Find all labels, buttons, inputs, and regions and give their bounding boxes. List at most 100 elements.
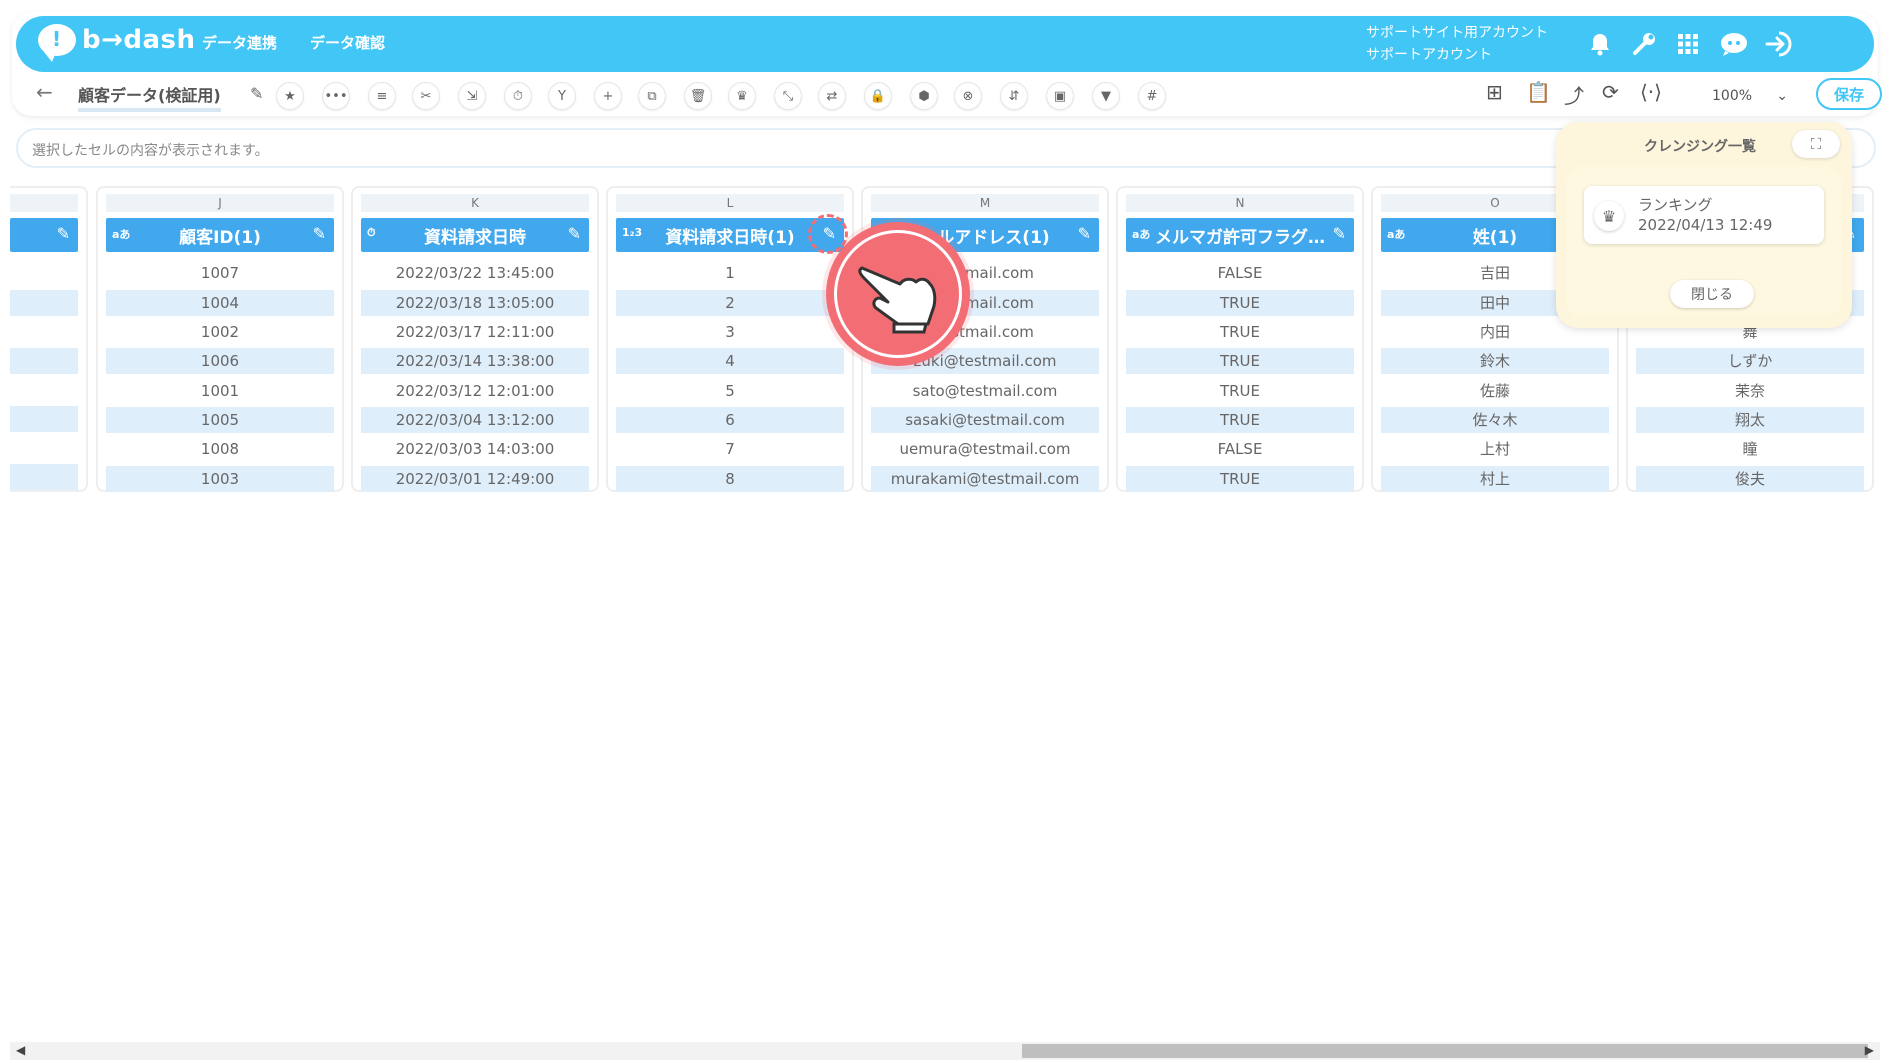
table-cell[interactable]: 上村 — [1381, 436, 1609, 462]
table-cell[interactable]: 1007 — [106, 260, 334, 286]
table-cell[interactable]: 1008 — [106, 436, 334, 462]
collapse-icon[interactable]: ⤡ — [774, 82, 802, 110]
table-cell[interactable]: 2022/03/01 12:49:00 — [361, 466, 589, 492]
table-cell[interactable]: 2022/03/18 13:05:00 — [361, 290, 589, 316]
table-cell[interactable]: 8 — [616, 466, 844, 492]
scroll-right-arrow-icon[interactable]: ▶ — [1865, 1043, 1874, 1057]
nav-data-integration[interactable]: データ連携 — [202, 32, 277, 53]
table-cell[interactable]: sato@testmail.com — [871, 378, 1099, 404]
dataset-title[interactable]: 顧客データ(検証用) — [78, 82, 221, 112]
table-cell[interactable]: 2022/03/03 14:03:00 — [361, 436, 589, 462]
table-cell[interactable]: 1005 — [106, 407, 334, 433]
table-cell[interactable]: murakami@testmail.com — [871, 466, 1099, 492]
column-header[interactable]: aあ メルマガ許可フラグ… ✎ — [1126, 218, 1354, 252]
wrench-icon[interactable] — [1626, 26, 1662, 62]
copy-icon[interactable]: ⧉ — [638, 82, 666, 110]
table-cell[interactable]: 1004 — [106, 290, 334, 316]
swap-icon[interactable]: ⇄ — [818, 82, 846, 110]
table-cell[interactable]: 1 — [616, 260, 844, 286]
lock-icon[interactable]: 🔒 — [864, 82, 892, 110]
table-cell[interactable]: FALSE — [1126, 436, 1354, 462]
table-cell[interactable]: TRUE — [1126, 407, 1354, 433]
edit-column-pencil-icon[interactable]: ✎ — [568, 224, 581, 243]
share-icon[interactable]: ⤴ — [1564, 80, 1584, 109]
table-cell[interactable]: 2022/03/17 12:11:00 — [361, 319, 589, 345]
table-cell[interactable]: 2022/03/14 13:38:00 — [361, 348, 589, 374]
table-cell[interactable]: 1006 — [106, 348, 334, 374]
table-cell[interactable]: 3 — [616, 319, 844, 345]
edit-column-pencil-icon[interactable]: ✎ — [1078, 224, 1091, 243]
table-cell[interactable] — [10, 464, 78, 490]
column-header[interactable]: ⏱ 資料請求日時 ✎ — [361, 218, 589, 252]
table-cell[interactable] — [10, 406, 78, 432]
expand-panel-button[interactable]: ⛶ — [1792, 130, 1840, 158]
filter-icon[interactable]: ▼ — [1092, 82, 1120, 110]
table-cell[interactable] — [10, 290, 78, 316]
crown-icon[interactable]: ♛ — [728, 82, 756, 110]
scrollbar-thumb[interactable] — [1022, 1044, 1868, 1058]
back-arrow-icon[interactable]: ← — [36, 80, 53, 104]
table-cell[interactable]: 翔太 — [1636, 407, 1864, 433]
frame-icon[interactable]: ▣ — [1046, 82, 1074, 110]
cleansing-item[interactable]: ♛ ランキング 2022/04/13 12:49 — [1584, 186, 1824, 244]
account-info[interactable]: サポートサイト用アカウント サポートアカウント — [1366, 22, 1548, 66]
table-cell[interactable]: 6 — [616, 407, 844, 433]
table-cell[interactable]: 4 — [616, 348, 844, 374]
plus-icon[interactable]: + — [594, 82, 622, 110]
trash-icon[interactable]: 🗑 — [684, 82, 712, 110]
table-cell[interactable]: sasaki@testmail.com — [871, 407, 1099, 433]
package-icon[interactable]: ⬢ — [910, 82, 938, 110]
table-cell[interactable]: 5 — [616, 378, 844, 404]
logout-icon[interactable] — [1762, 26, 1798, 62]
table-cell[interactable]: 佐藤 — [1381, 378, 1609, 404]
edit-column-pencil-icon[interactable]: ✎ — [57, 224, 70, 243]
table-cell[interactable]: 鈴木 — [1381, 348, 1609, 374]
table-cell[interactable]: しずか — [1636, 348, 1864, 374]
edit-column-pencil-icon[interactable]: ✎ — [1333, 224, 1346, 243]
table-cell[interactable]: 2022/03/22 13:45:00 — [361, 260, 589, 286]
table-cell[interactable]: 2022/03/12 12:01:00 — [361, 378, 589, 404]
column-header[interactable]: aあ 顧客ID(1) ✎ — [106, 218, 334, 252]
horizontal-scrollbar[interactable]: ◀ ▶ — [10, 1042, 1880, 1060]
timer-icon[interactable]: ⏱ — [504, 82, 532, 110]
scroll-left-arrow-icon[interactable]: ◀ — [16, 1043, 25, 1057]
merge-icon[interactable]: ⇲ — [458, 82, 486, 110]
star-icon[interactable]: ★ — [276, 82, 304, 110]
hash-icon[interactable]: # — [1138, 82, 1166, 110]
table-cell[interactable]: 1001 — [106, 378, 334, 404]
refresh-file-icon[interactable]: ⟳ — [1602, 80, 1619, 104]
table-cell[interactable]: 7 — [616, 436, 844, 462]
table-cell[interactable]: TRUE — [1126, 290, 1354, 316]
table-cell[interactable]: 1003 — [106, 466, 334, 492]
cancel-circle-icon[interactable]: ⊗ — [954, 82, 982, 110]
code-icon[interactable]: ⟨·⟩ — [1640, 80, 1662, 104]
structure-icon[interactable]: ⊞ — [1486, 80, 1503, 104]
table-cell[interactable]: 1002 — [106, 319, 334, 345]
table-cell[interactable]: FALSE — [1126, 260, 1354, 286]
table-cell[interactable]: TRUE — [1126, 348, 1354, 374]
more-icon[interactable]: ••• — [322, 82, 350, 110]
table-cell[interactable]: TRUE — [1126, 319, 1354, 345]
text-lines-icon[interactable]: ≡ — [368, 82, 396, 110]
table-cell[interactable]: 佐々木 — [1381, 407, 1609, 433]
scissors-icon[interactable]: ✂ — [412, 82, 440, 110]
bell-icon[interactable] — [1582, 26, 1618, 62]
table-cell[interactable]: TRUE — [1126, 378, 1354, 404]
apps-grid-icon[interactable] — [1670, 26, 1706, 62]
table-cell[interactable]: 茉奈 — [1636, 378, 1864, 404]
table-cell[interactable]: 2 — [616, 290, 844, 316]
table-cell[interactable]: uemura@testmail.com — [871, 436, 1099, 462]
convert-icon[interactable]: ⇵ — [1000, 82, 1028, 110]
table-cell[interactable]: 俊夫 — [1636, 466, 1864, 492]
branch-icon[interactable]: Y — [548, 82, 576, 110]
table-cell[interactable] — [10, 348, 78, 374]
zoom-select[interactable]: 100% ⌄ — [1694, 82, 1794, 110]
save-button[interactable]: 保存 — [1816, 78, 1882, 110]
support-bot-icon[interactable] — [1716, 26, 1752, 62]
brand-logo[interactable]: ! b→dash — [38, 24, 196, 62]
column-header[interactable]: ✎ — [10, 218, 78, 252]
close-button[interactable]: 閉じる — [1670, 280, 1754, 308]
table-cell[interactable]: 村上 — [1381, 466, 1609, 492]
table-cell[interactable]: 2022/03/04 13:12:00 — [361, 407, 589, 433]
nav-data-check[interactable]: データ確認 — [310, 32, 385, 53]
